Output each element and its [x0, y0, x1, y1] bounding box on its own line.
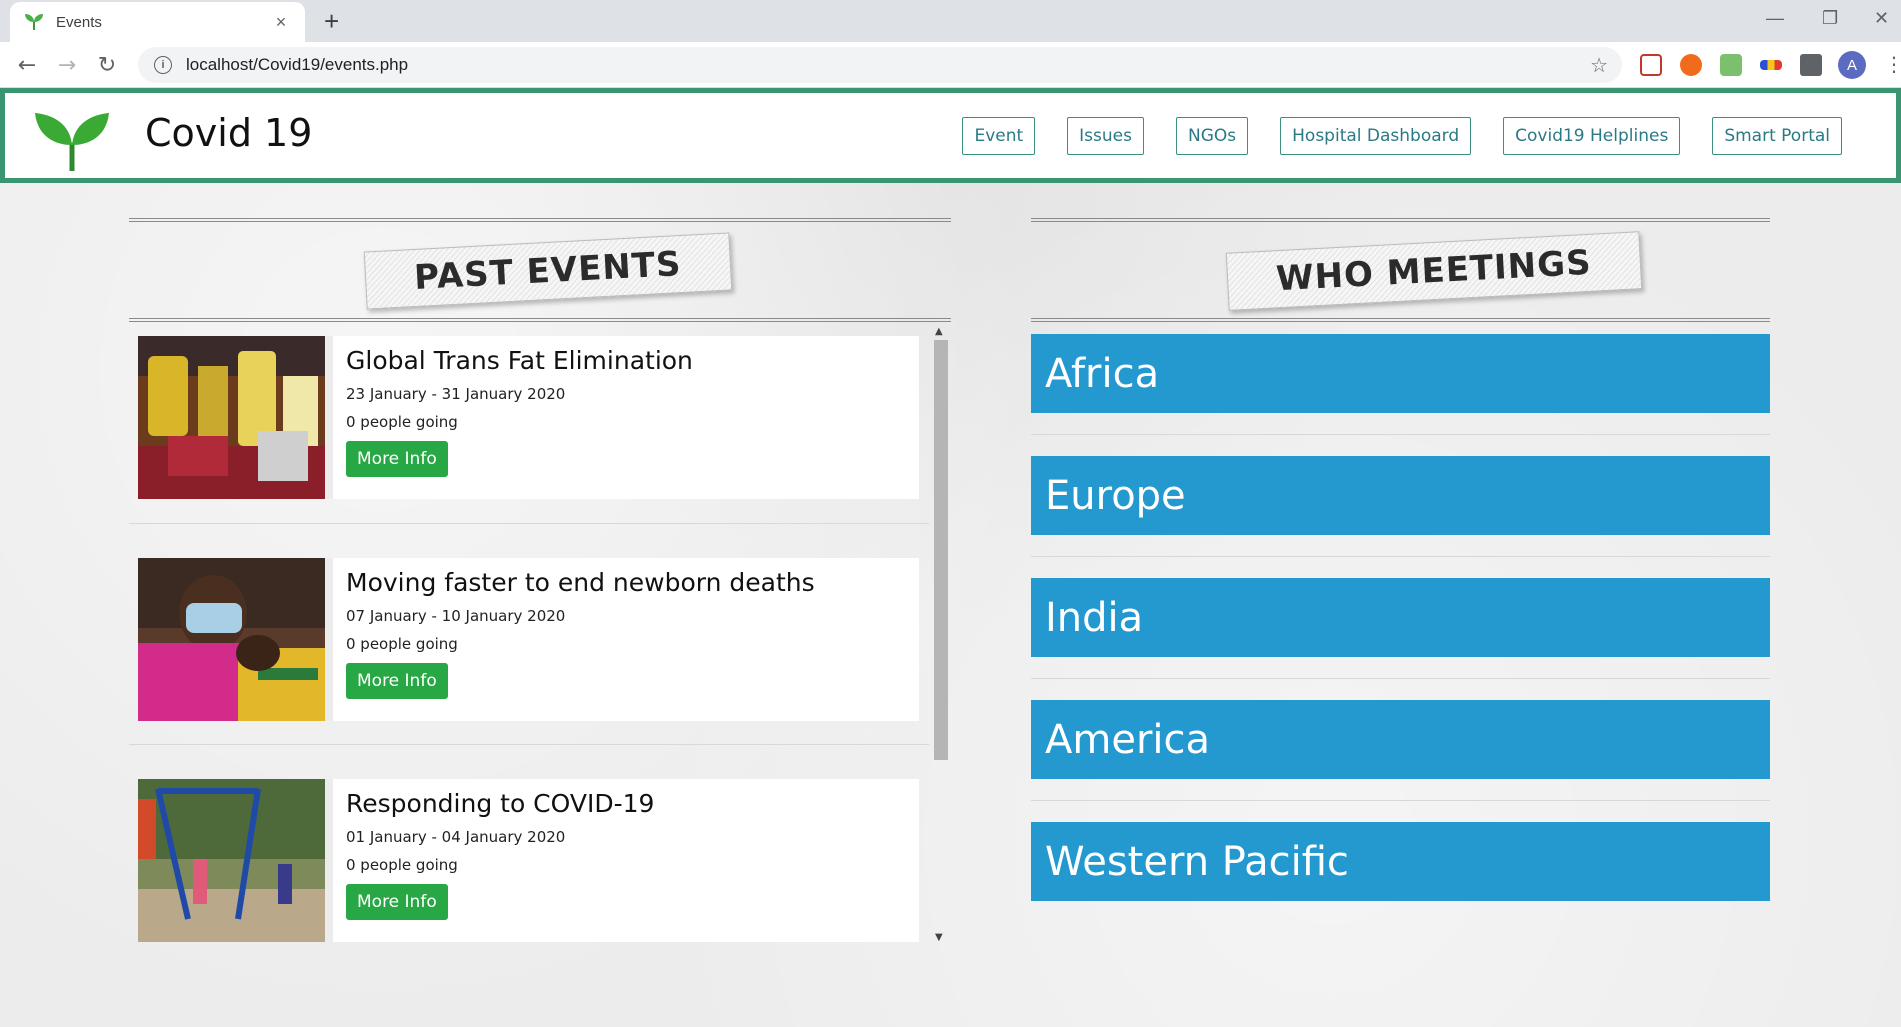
more-info-button[interactable]: More Info	[346, 663, 448, 699]
events-scrollbar[interactable]: ▲ ▼	[929, 326, 951, 946]
restore-icon[interactable]: ❐	[1822, 8, 1838, 29]
profile-avatar[interactable]: A	[1838, 51, 1866, 79]
sprout-logo-icon	[35, 113, 109, 171]
nav-hospital-dashboard[interactable]: Hospital Dashboard	[1280, 117, 1472, 155]
nav-issues[interactable]: Issues	[1067, 117, 1144, 155]
event-attendance: 0 people going	[346, 413, 458, 431]
who-meetings-heading: WHO MEETINGS	[1225, 231, 1642, 311]
browser-tab-bar: Events × + — ❐ ✕	[0, 0, 1901, 42]
tab-title: Events	[56, 13, 102, 31]
divider	[1031, 434, 1770, 435]
more-info-button[interactable]: More Info	[346, 884, 448, 920]
event-image-mother-newborn	[138, 558, 325, 721]
region-america[interactable]: America	[1031, 700, 1770, 779]
divider	[129, 318, 951, 322]
events-list[interactable]: Global Trans Fat Elimination 23 January …	[129, 326, 951, 946]
divider	[1031, 800, 1770, 801]
past-events-section: PAST EVENTS Global Trans Fat Elimination…	[129, 218, 951, 946]
main-nav: Event Issues NGOs Hospital Dashboard Cov…	[930, 117, 1842, 155]
divider	[129, 744, 929, 745]
extensions-puzzle-icon[interactable]	[1800, 54, 1822, 76]
extension-orange-icon[interactable]	[1680, 54, 1702, 76]
close-window-icon[interactable]: ✕	[1874, 8, 1889, 29]
back-icon[interactable]: ←	[12, 50, 42, 80]
event-card: Responding to COVID-19 01 January - 04 J…	[138, 779, 919, 942]
nav-covid19-helplines[interactable]: Covid19 Helplines	[1503, 117, 1681, 155]
browser-menu-icon[interactable]: ⋮	[1884, 52, 1901, 76]
address-bar[interactable]: i localhost/Covid19/events.php ☆	[138, 47, 1622, 83]
site-info-icon[interactable]: i	[154, 56, 172, 74]
event-card: Global Trans Fat Elimination 23 January …	[138, 336, 919, 499]
extension-green-icon[interactable]	[1720, 54, 1742, 76]
more-info-button[interactable]: More Info	[346, 441, 448, 477]
sprout-favicon-icon	[25, 14, 43, 30]
divider	[129, 523, 929, 524]
site-title: Covid 19	[145, 111, 313, 155]
event-date: 01 January - 04 January 2020	[346, 828, 566, 846]
who-meetings-section: WHO MEETINGS Africa Europe India America…	[1031, 218, 1770, 922]
browser-tab[interactable]: Events ×	[10, 2, 305, 42]
event-title: Responding to COVID-19	[346, 789, 655, 818]
event-date: 07 January - 10 January 2020	[346, 607, 566, 625]
region-africa[interactable]: Africa	[1031, 334, 1770, 413]
scrollbar-thumb[interactable]	[934, 340, 948, 760]
close-tab-icon[interactable]: ×	[271, 12, 291, 33]
event-date: 23 January - 31 January 2020	[346, 385, 566, 403]
reload-icon[interactable]: ↻	[92, 50, 122, 80]
event-image-playground	[138, 779, 325, 942]
scroll-down-arrow-icon[interactable]: ▼	[935, 932, 943, 943]
nav-smart-portal[interactable]: Smart Portal	[1712, 117, 1842, 155]
forward-icon[interactable]: →	[52, 50, 82, 80]
minimize-icon[interactable]: —	[1766, 8, 1784, 29]
past-events-heading: PAST EVENTS	[363, 232, 732, 310]
new-tab-icon[interactable]: +	[324, 6, 339, 37]
region-india[interactable]: India	[1031, 578, 1770, 657]
region-western-pacific[interactable]: Western Pacific	[1031, 822, 1770, 901]
scroll-up-arrow-icon[interactable]: ▲	[935, 326, 943, 337]
event-attendance: 0 people going	[346, 856, 458, 874]
page-content: Covid 19 Event Issues NGOs Hospital Dash…	[0, 88, 1901, 1027]
bookmark-star-icon[interactable]: ☆	[1590, 53, 1608, 78]
event-card: Moving faster to end newborn deaths 07 J…	[138, 558, 919, 721]
site-header: Covid 19 Event Issues NGOs Hospital Dash…	[0, 88, 1901, 183]
divider	[1031, 678, 1770, 679]
event-title: Moving faster to end newborn deaths	[346, 568, 815, 597]
extension-pocket-icon[interactable]	[1640, 54, 1662, 76]
nav-ngos[interactable]: NGOs	[1176, 117, 1249, 155]
nav-event[interactable]: Event	[962, 117, 1036, 155]
browser-toolbar: ← → ↻ i localhost/Covid19/events.php ☆ A…	[0, 42, 1901, 88]
divider	[1031, 556, 1770, 557]
url-text: localhost/Covid19/events.php	[186, 55, 409, 74]
event-attendance: 0 people going	[346, 635, 458, 653]
region-europe[interactable]: Europe	[1031, 456, 1770, 535]
extension-flag-icon[interactable]	[1760, 60, 1782, 70]
event-image-oils	[138, 336, 325, 499]
event-title: Global Trans Fat Elimination	[346, 346, 693, 375]
